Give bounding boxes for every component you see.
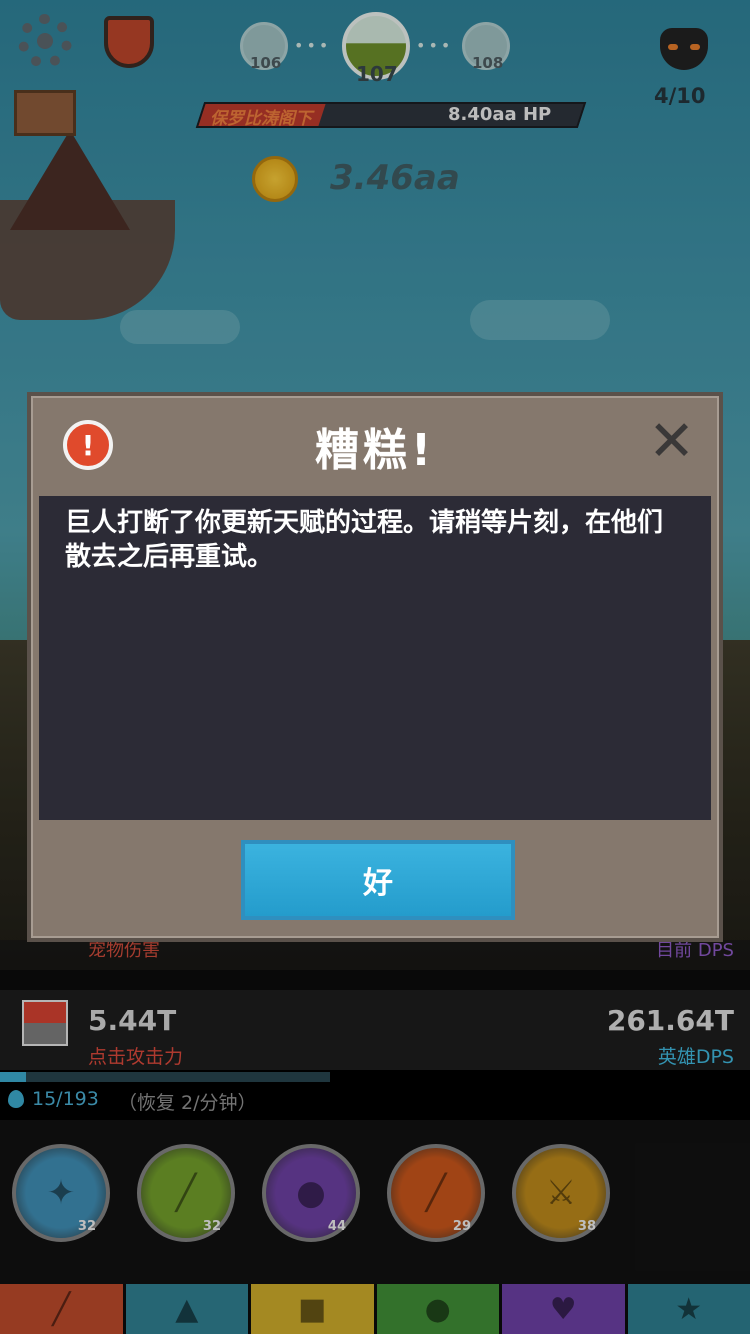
ok-button[interactable]: 好 bbox=[241, 840, 515, 920]
dialog-title: 糟糕! bbox=[314, 425, 436, 476]
close-icon[interactable]: ✕ bbox=[648, 414, 695, 470]
dialog-message: 巨人打断了你更新天赋的过程。请稍等片刻，在他们散去之后再重试。 bbox=[39, 496, 711, 820]
error-dialog: ! 糟糕! ✕ 巨人打断了你更新天赋的过程。请稍等片刻，在他们散去之后再重试。 … bbox=[27, 392, 723, 942]
